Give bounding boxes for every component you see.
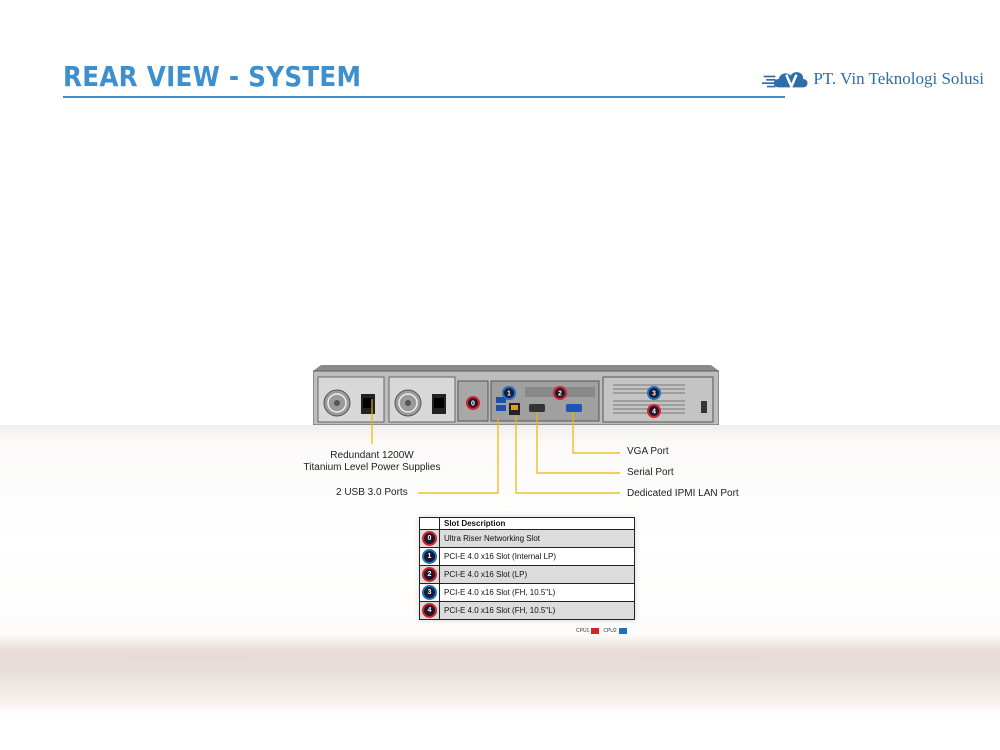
slot-number-badge: 4 (424, 605, 435, 616)
legend-cpu2-swatch (618, 628, 627, 634)
slot-number-badge: 3 (424, 587, 435, 598)
callout-lines (371, 399, 620, 494)
legend-cpu2-label: CPU2 (603, 628, 617, 634)
psu-callout: Redundant 1200W Titanium Level Power Sup… (300, 450, 444, 474)
slot-description: PCI-E 4.0 x16 Slot (Internal LP) (439, 547, 635, 566)
slot-description: PCI-E 4.0 x16 Slot (FH, 10.5"L) (439, 583, 635, 602)
psu-callout-line1: Redundant 1200W (330, 450, 414, 461)
slot-description: Ultra Riser Networking Slot (439, 529, 635, 548)
table-row: 3 PCI-E 4.0 x16 Slot (FH, 10.5"L) (419, 583, 635, 602)
slot-number-badge: 1 (424, 551, 435, 562)
slot-number-badge: 0 (424, 533, 435, 544)
table-header-row: Slot Description (419, 517, 635, 530)
ipmi-callout: Dedicated IPMI LAN Port (627, 488, 739, 499)
serial-callout: Serial Port (627, 467, 674, 478)
table-header-blank (419, 517, 440, 530)
legend-cpu1-swatch (591, 628, 600, 634)
ipmi-leader-line (515, 416, 620, 494)
legend-cpu1-label: CPU1 (576, 628, 590, 634)
serial-leader-line (536, 412, 620, 474)
table-row: 2 PCI-E 4.0 x16 Slot (LP) (419, 565, 635, 584)
psu-callout-line2: Titanium Level Power Supplies (303, 462, 441, 473)
table-row: 0 Ultra Riser Networking Slot (419, 529, 635, 548)
vga-leader-line (572, 412, 620, 454)
slot-description: PCI-E 4.0 x16 Slot (LP) (439, 565, 635, 584)
slot-description-table: Slot Description 0 Ultra Riser Networkin… (419, 517, 635, 620)
table-row: 1 PCI-E 4.0 x16 Slot (Internal LP) (419, 547, 635, 566)
table-row: 4 PCI-E 4.0 x16 Slot (FH, 10.5"L) (419, 601, 635, 620)
slot-number-badge: 2 (424, 569, 435, 580)
slot-description: PCI-E 4.0 x16 Slot (FH, 10.5"L) (439, 601, 635, 620)
vga-callout: VGA Port (627, 446, 669, 457)
usb-callout: 2 USB 3.0 Ports (336, 487, 408, 498)
table-header-label: Slot Description (439, 517, 635, 530)
cpu-legend: CPU1 CPU2 (576, 626, 631, 636)
